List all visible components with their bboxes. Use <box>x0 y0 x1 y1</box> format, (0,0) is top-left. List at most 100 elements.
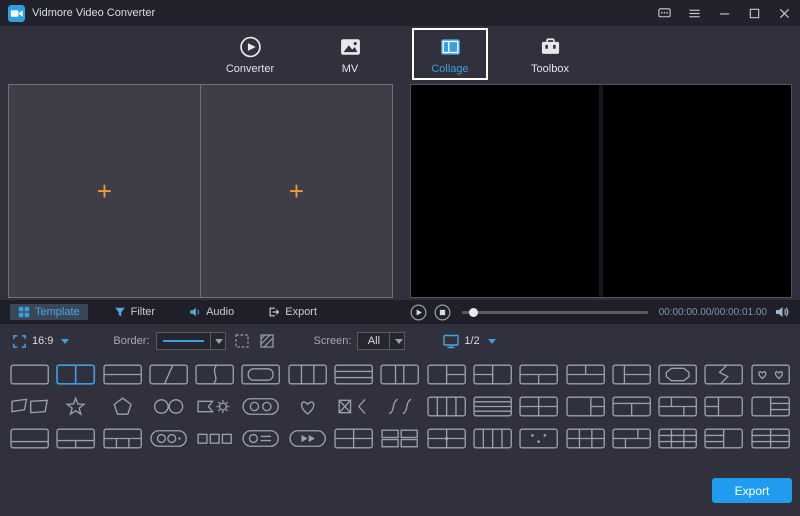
template-cell-zigzag[interactable] <box>704 364 743 385</box>
tab-filter-label: Filter <box>131 306 155 318</box>
border-hatch-button[interactable] <box>258 332 276 350</box>
tab-filter[interactable]: Filter <box>106 304 163 320</box>
minimize-icon[interactable] <box>717 6 732 21</box>
template-cell-rows-4[interactable] <box>473 396 512 417</box>
template-cell-bottom-cols[interactable] <box>103 428 142 449</box>
tab-converter-label: Converter <box>226 63 274 75</box>
page-dropdown-arrow[interactable] <box>488 339 496 344</box>
template-cell-circles[interactable] <box>149 396 188 417</box>
template-cell-grid-3x3[interactable] <box>658 428 697 449</box>
monitor-icon <box>443 334 459 349</box>
template-cell-grid-3x2[interactable] <box>566 428 605 449</box>
collage-slot-1[interactable]: + <box>9 85 201 297</box>
template-cell-wide-left-split[interactable] <box>566 396 605 417</box>
template-cell-right-rows-3[interactable] <box>751 396 790 417</box>
template-icon <box>18 306 30 318</box>
template-cell-grid-cross[interactable] <box>427 428 466 449</box>
template-cell-dots[interactable] <box>519 428 558 449</box>
template-cell-inset-rounded[interactable] <box>241 364 280 385</box>
template-cell-grid-2x3[interactable] <box>751 428 790 449</box>
template-cell-heart[interactable] <box>288 396 327 417</box>
template-cell-grid-mixed[interactable] <box>612 428 651 449</box>
template-cell-flag-gear[interactable] <box>195 396 234 417</box>
preview-area <box>410 84 792 298</box>
template-cell-rows-2-uneven[interactable] <box>10 428 49 449</box>
template-cell-diagonal[interactable] <box>149 364 188 385</box>
template-cell-left2-right1[interactable] <box>473 364 512 385</box>
add-video-icon[interactable]: + <box>289 178 304 204</box>
template-cell-grid-2x2-gap[interactable] <box>380 428 419 449</box>
template-cell-left1-right2[interactable] <box>427 364 466 385</box>
window-controls <box>657 6 792 21</box>
tab-export[interactable]: Export <box>260 304 325 320</box>
tab-converter[interactable]: Converter <box>212 28 288 80</box>
screen-select[interactable]: All <box>357 332 405 350</box>
seek-slider-knob[interactable] <box>469 308 478 317</box>
close-icon[interactable] <box>777 6 792 21</box>
border-dash-button[interactable] <box>233 332 251 350</box>
template-cell-circles-pill[interactable] <box>241 396 280 417</box>
playback-controls: 00:00:00.00/00:00:01.00 <box>402 304 800 321</box>
template-cell-ffwd[interactable] <box>288 428 327 449</box>
template-cell-grid-2x2-b[interactable] <box>334 428 373 449</box>
tab-collage[interactable]: Collage <box>412 28 488 80</box>
template-cell-bottom-split[interactable] <box>56 428 95 449</box>
template-cell-flags[interactable] <box>10 396 49 417</box>
menu-icon[interactable] <box>687 6 702 21</box>
seek-slider[interactable] <box>462 311 648 314</box>
stop-button[interactable] <box>434 304 451 321</box>
template-cell-circle-lines[interactable] <box>241 428 280 449</box>
add-video-icon[interactable]: + <box>97 178 112 204</box>
aspect-dropdown-arrow[interactable] <box>61 339 69 344</box>
template-cell-top1-bottom2[interactable] <box>519 364 558 385</box>
screen-dropdown-arrow <box>395 339 403 344</box>
window-title: Vidmore Video Converter <box>32 7 155 19</box>
template-cell-cols-2-narrow[interactable] <box>380 364 419 385</box>
maximize-icon[interactable] <box>747 6 762 21</box>
template-cell-cols-3[interactable] <box>288 364 327 385</box>
template-cell-star[interactable] <box>56 396 95 417</box>
template-cell-pentagon[interactable] <box>103 396 142 417</box>
template-cell-grid-uneven[interactable] <box>658 396 697 417</box>
template-grid <box>0 358 800 449</box>
border-label: Border: <box>113 335 149 347</box>
template-cell-cols-4-b[interactable] <box>473 428 512 449</box>
template-cell-split-v[interactable] <box>56 364 95 385</box>
feedback-icon[interactable] <box>657 6 672 21</box>
template-cell-left-rows-2[interactable] <box>704 396 743 417</box>
template-cell-squares-3[interactable] <box>195 428 234 449</box>
screen-select-value: All <box>358 335 389 347</box>
template-cell-left-narrow[interactable] <box>612 364 651 385</box>
template-cell-top2-bottom1[interactable] <box>566 364 605 385</box>
template-cell-grid-2x2[interactable] <box>519 396 558 417</box>
template-cell-x-bracket[interactable] <box>334 396 373 417</box>
export-button[interactable]: Export <box>712 478 792 503</box>
template-cell-grid-left-rows[interactable] <box>704 428 743 449</box>
template-cell-t-shape[interactable] <box>612 396 651 417</box>
tab-mv-label: MV <box>342 63 359 75</box>
border-line-dropdown[interactable] <box>156 332 226 350</box>
aspect-ratio-select[interactable]: 16:9 <box>12 334 69 349</box>
filter-icon <box>114 306 126 318</box>
collage-icon <box>437 34 464 60</box>
tab-mv[interactable]: MV <box>312 28 388 80</box>
template-cell-circles-dot[interactable] <box>149 428 188 449</box>
play-button[interactable] <box>410 304 427 321</box>
template-cell-rows-3[interactable] <box>334 364 373 385</box>
tab-template[interactable]: Template <box>10 304 88 320</box>
time-display: 00:00:00.00/00:00:01.00 <box>659 307 767 318</box>
tab-audio[interactable]: Audio <box>181 304 242 320</box>
tab-collage-label: Collage <box>431 63 468 75</box>
template-cell-curve[interactable] <box>195 364 234 385</box>
tab-toolbox[interactable]: Toolbox <box>512 28 588 80</box>
template-cell-split-h[interactable] <box>103 364 142 385</box>
template-cell-cols-4[interactable] <box>427 396 466 417</box>
border-dropdown-arrow <box>215 339 223 344</box>
template-cell-hearts[interactable] <box>751 364 790 385</box>
collage-slot-2[interactable]: + <box>201 85 392 297</box>
template-cell-waves[interactable] <box>380 396 419 417</box>
template-cell-octagon[interactable] <box>658 364 697 385</box>
export-icon <box>268 306 280 318</box>
volume-icon[interactable] <box>774 304 790 320</box>
template-cell-blank[interactable] <box>10 364 49 385</box>
